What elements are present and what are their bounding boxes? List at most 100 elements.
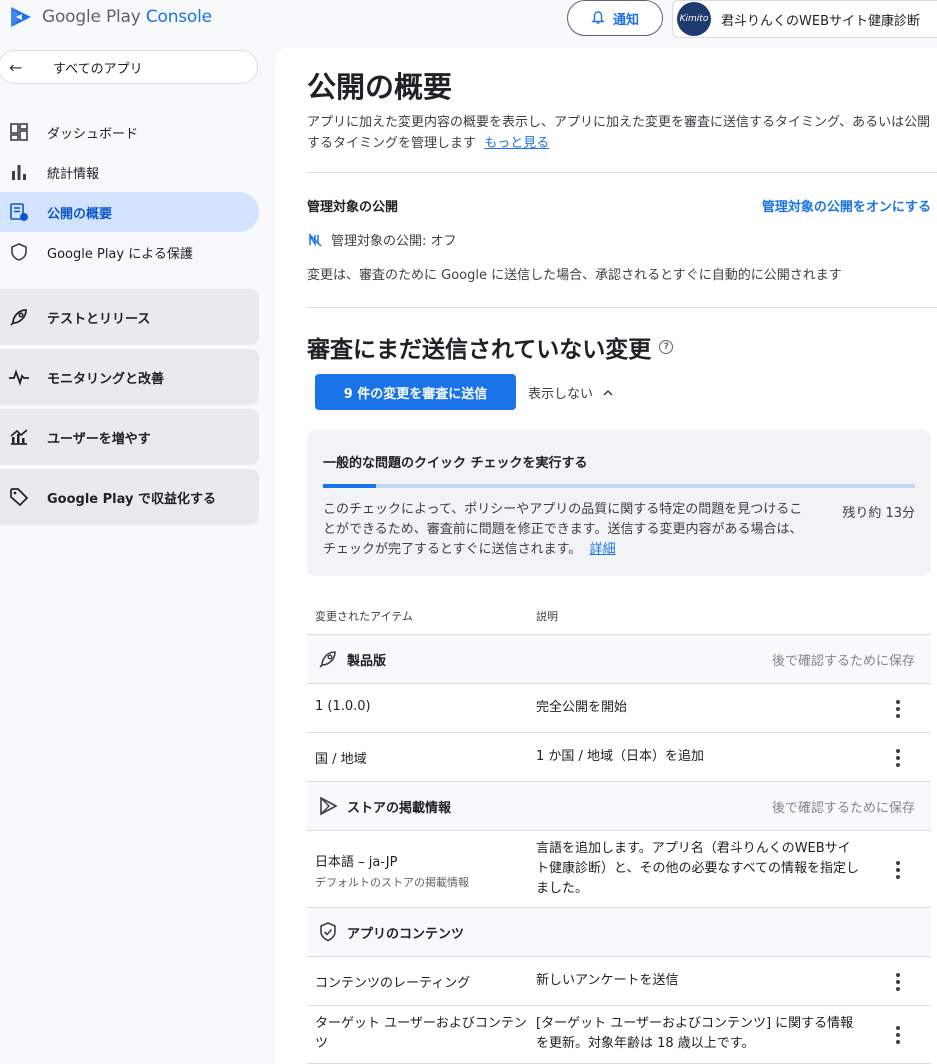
- hide-changes-label: 表示しない: [528, 387, 594, 402]
- sidebar-group-label: Google Play で収益化する: [47, 491, 216, 507]
- quick-check-progress-bar: [323, 484, 915, 488]
- sync-off-icon: [308, 232, 322, 247]
- section-row-store-listing: ストアの掲載情報 後で確認するために保存: [307, 782, 931, 831]
- row-item: 1 (1.0.0): [315, 699, 371, 714]
- logo-text-main: Google Play: [42, 7, 141, 27]
- row-description: 新しいアンケートを送信: [536, 973, 679, 988]
- table-row: 1 (1.0.0) 完全公開を開始: [307, 684, 931, 733]
- sidebar-item-play-protect[interactable]: Google Play による保護: [0, 232, 259, 272]
- growth-chart-icon: [8, 426, 30, 448]
- table-row: コンテンツのレーティング 新しいアンケートを送信: [307, 957, 931, 1006]
- all-apps-button[interactable]: ← すべてのアプリ: [0, 50, 258, 84]
- page-title: 公開の概要: [307, 70, 453, 104]
- sidebar-item-statistics[interactable]: 統計情報: [0, 152, 259, 192]
- table-header: 変更されたアイテム 説明: [307, 597, 931, 635]
- logo-text-console: Console: [145, 7, 212, 27]
- sidebar-group-label: ユーザーを増やす: [47, 431, 151, 447]
- rocket-icon: [317, 648, 339, 670]
- divider: [307, 172, 937, 173]
- table-row: ターゲット ユーザーおよびコンテンツ [ターゲット ユーザーおよびコンテンツ] …: [307, 1006, 931, 1064]
- row-description: 言語を追加します。アプリ名（君斗りんくのWEBサイト健康診断）と、その他の必要な…: [536, 841, 860, 896]
- sidebar-group-label: テストとリリース: [47, 311, 151, 327]
- more-vert-icon[interactable]: [895, 700, 901, 718]
- sidebar-group-grow-users[interactable]: ユーザーを増やす: [0, 409, 259, 465]
- progress-fill: [323, 484, 377, 488]
- sidebar-item-label: ダッシュボード: [47, 126, 139, 142]
- sidebar-group-monitoring[interactable]: モニタリングと改善: [0, 349, 259, 405]
- pending-changes-title: 審査にまだ送信されていない変更 ?: [307, 330, 674, 364]
- all-apps-label: すべてのアプリ: [53, 61, 143, 77]
- section-name: アプリのコンテンツ: [347, 926, 465, 942]
- play-console-logo-icon: [11, 7, 31, 27]
- row-item: ターゲット ユーザーおよびコンテンツ: [315, 1016, 527, 1051]
- quick-check-remaining-time: 残り約 13分: [842, 506, 915, 521]
- notifications-label: 通知: [612, 12, 639, 28]
- hide-changes-toggle[interactable]: 表示しない: [528, 383, 613, 402]
- account-name: 君斗りんくのWEBサイト健康診断: [721, 13, 920, 29]
- sidebar-group-label: モニタリングと改善: [47, 371, 165, 387]
- more-vert-icon[interactable]: [895, 973, 901, 991]
- avatar-text: Kimito: [679, 14, 709, 24]
- top-bar: Google Play Console 通知 Kimito 君斗りんくのWEBサ…: [0, 0, 937, 40]
- help-icon[interactable]: ?: [659, 340, 674, 354]
- more-vert-icon[interactable]: [895, 1026, 901, 1044]
- main-content: 公開の概要 アプリに加えた変更内容の概要を表示し、アプリに加えた変更を審査に送信…: [275, 48, 937, 1064]
- save-for-later-label: 後で確認するために保存: [771, 653, 915, 669]
- play-store-icon: [317, 795, 339, 817]
- page-description: アプリに加えた変更内容の概要を表示し、アプリに加えた変更を審査に送信するタイミン…: [307, 112, 933, 154]
- section-name: ストアの掲載情報: [347, 800, 452, 816]
- rocket-icon: [8, 306, 30, 328]
- avatar: Kimito: [677, 2, 711, 36]
- enable-managed-publishing-link[interactable]: 管理対象の公開をオンにする: [762, 196, 931, 215]
- row-description: 1 か国 / 地域（日本）を追加: [536, 749, 705, 764]
- table-row: 国 / 地域 1 か国 / 地域（日本）を追加: [307, 733, 931, 782]
- more-vert-icon[interactable]: [895, 861, 901, 879]
- managed-publishing-note: 変更は、審査のために Google に送信した場合、承認されるとすぐに自動的に公…: [307, 268, 842, 283]
- dashboard-icon: [8, 121, 30, 143]
- managed-status-text: 管理対象の公開: オフ: [331, 234, 457, 249]
- notifications-button[interactable]: 通知: [567, 0, 663, 36]
- section-name: 製品版: [347, 653, 387, 669]
- bell-icon: [591, 11, 605, 24]
- sidebar-item-publishing-overview[interactable]: 公開の概要: [0, 192, 259, 232]
- row-item: 国 / 地域: [315, 752, 367, 767]
- section-row-production: 製品版 後で確認するために保存: [307, 635, 931, 684]
- row-item: 日本語 – ja-JP: [315, 855, 398, 870]
- changes-table: 変更されたアイテム 説明 製品版 後で確認するために保存 1 (1.0.0) 完…: [307, 597, 931, 1064]
- verified-shield-icon: [317, 921, 339, 943]
- more-vert-icon[interactable]: [895, 749, 901, 767]
- managed-publishing-status: 管理対象の公開: オフ: [307, 230, 457, 249]
- sidebar-group-monetize[interactable]: Google Play で収益化する: [0, 469, 259, 525]
- account-switcher[interactable]: Kimito 君斗りんくのWEBサイト健康診断: [672, 0, 937, 38]
- managed-publishing-title: 管理対象の公開: [307, 200, 399, 215]
- sidebar-item-label: 統計情報: [47, 166, 100, 182]
- chevron-up-icon: [603, 389, 613, 396]
- divider: [307, 307, 937, 308]
- quick-check-description-text: このチェックによって、ポリシーやアプリの品質に関する特定の問題を見つけることがで…: [323, 502, 803, 557]
- details-link[interactable]: 詳細: [590, 542, 616, 557]
- column-header-item: 変更されたアイテム: [315, 609, 413, 623]
- row-item-subtitle: デフォルトのストアの掲載情報: [315, 876, 469, 889]
- row-description: [ターゲット ユーザーおよびコンテンツ] に関する情報を更新。対象年齢は 18 …: [536, 1016, 854, 1051]
- save-for-later-label: 後で確認するために保存: [771, 800, 915, 816]
- sidebar-item-dashboard[interactable]: ダッシュボード: [0, 112, 259, 152]
- publishing-overview-icon: [8, 201, 30, 223]
- bar-chart-icon: [8, 161, 30, 183]
- arrow-back-icon: ←: [9, 57, 23, 77]
- pending-changes-title-text: 審査にまだ送信されていない変更: [307, 337, 652, 363]
- row-description: 完全公開を開始: [536, 700, 628, 715]
- quick-check-card: 一般的な問題のクイック チェックを実行する このチェックによって、ポリシーやアプ…: [307, 430, 931, 576]
- learn-more-link[interactable]: もっと見る: [484, 136, 549, 151]
- send-changes-for-review-button[interactable]: 9 件の変更を審査に送信: [315, 374, 516, 410]
- quick-check-description: このチェックによって、ポリシーやアプリの品質に関する特定の問題を見つけることがで…: [323, 500, 809, 560]
- page-description-text: アプリに加えた変更内容の概要を表示し、アプリに加えた変更を審査に送信するタイミン…: [307, 115, 931, 151]
- table-row: 日本語 – ja-JP デフォルトのストアの掲載情報 言語を追加します。アプリ名…: [307, 831, 931, 908]
- tag-icon: [8, 486, 30, 508]
- sidebar-item-label: 公開の概要: [47, 206, 113, 222]
- sidebar-group-test-and-release[interactable]: テストとリリース: [0, 289, 259, 345]
- quick-check-title: 一般的な問題のクイック チェックを実行する: [323, 456, 588, 471]
- play-console-logo[interactable]: Google Play Console: [8, 4, 212, 30]
- sidebar-item-label: Google Play による保護: [47, 246, 193, 262]
- shield-icon: [8, 241, 30, 263]
- column-header-description: 説明: [536, 609, 558, 623]
